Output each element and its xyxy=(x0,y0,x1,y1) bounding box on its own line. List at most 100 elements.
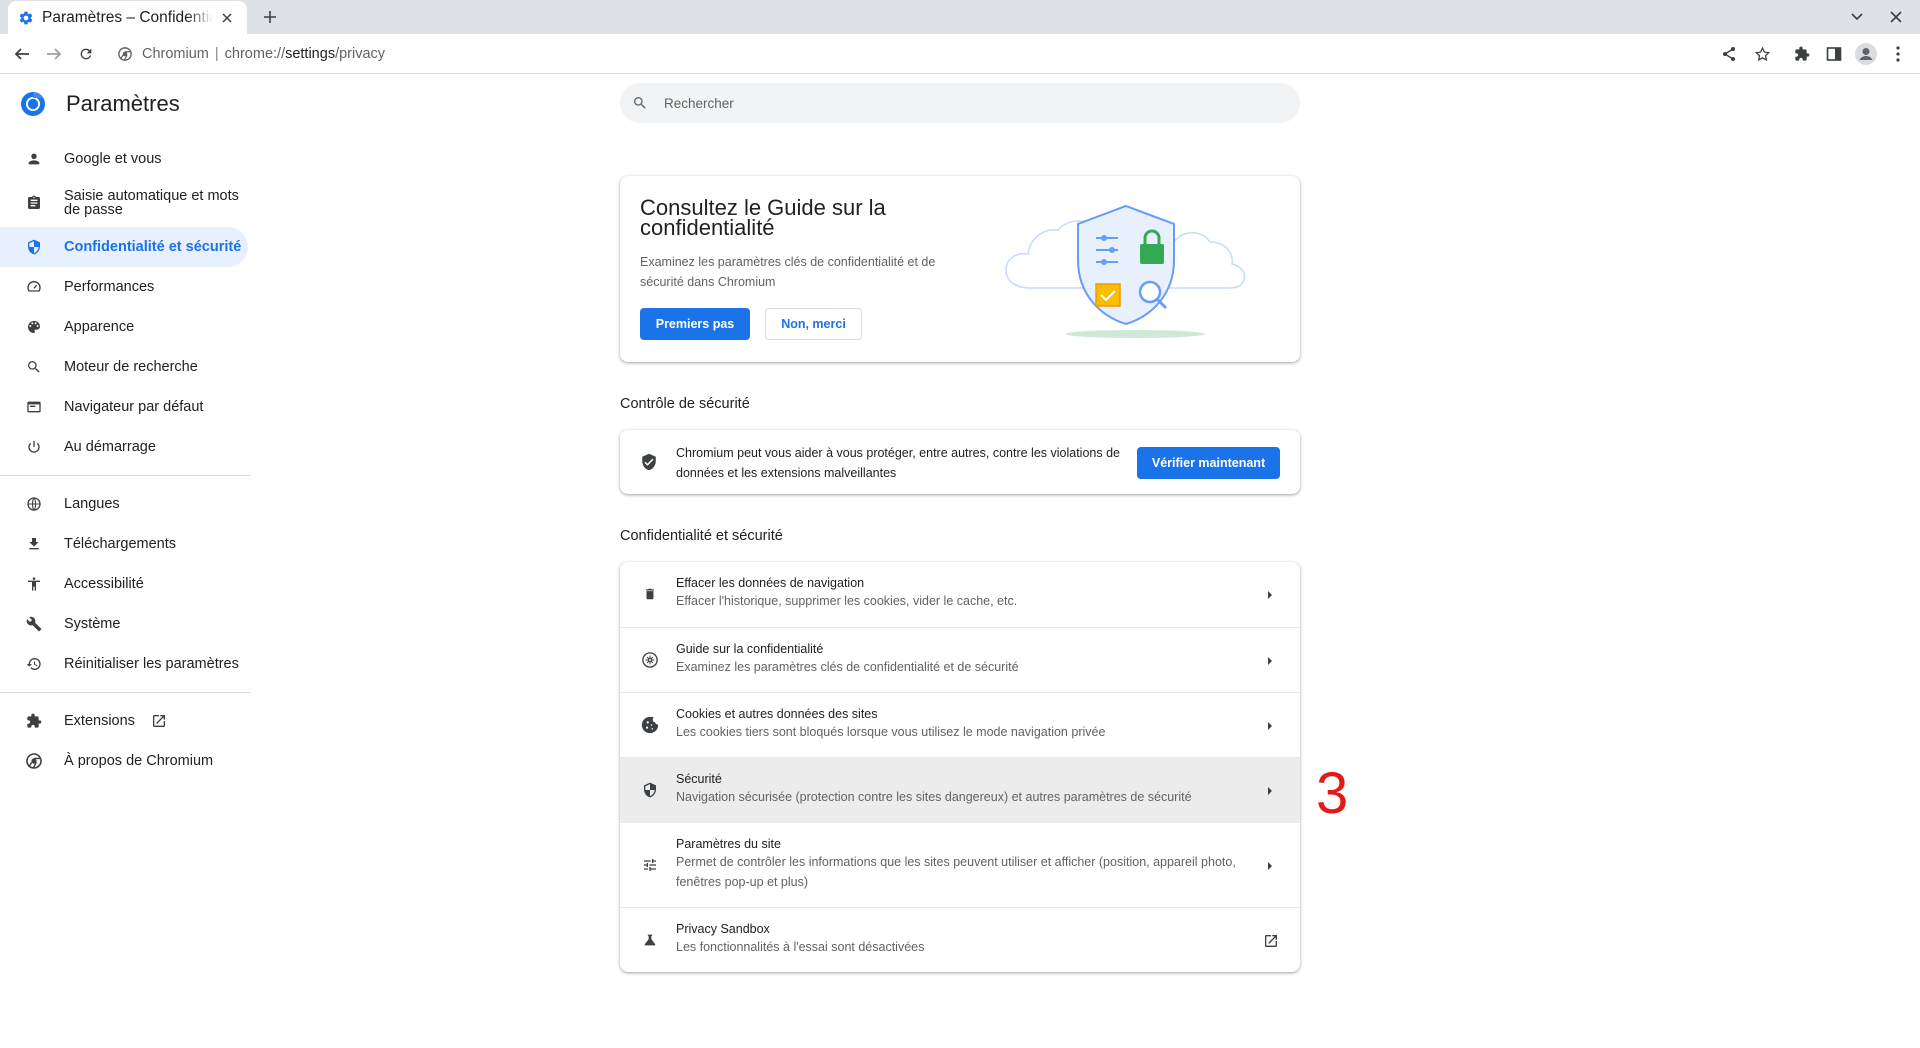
nav-item-langues[interactable]: Langues xyxy=(0,484,248,524)
forward-arrow-icon[interactable] xyxy=(42,42,66,66)
omnibox-path-rest: /privacy xyxy=(335,46,386,62)
tab-settings[interactable]: Paramètres – Confidentialité et sécurité xyxy=(8,1,247,34)
omnibox-host: Chromium xyxy=(142,46,209,62)
arrow-right-icon xyxy=(1264,720,1276,732)
settings-header: Paramètres xyxy=(20,90,180,118)
arrow-right-icon xyxy=(1264,785,1276,797)
side-panel-icon[interactable] xyxy=(1822,42,1846,66)
nav-item-label: Langues xyxy=(64,496,120,512)
privacy-guide-card: Consultez le Guide sur la confidentialit… xyxy=(620,176,1300,362)
safety-check-card: Chromium peut vous aider à vous protéger… xyxy=(620,430,1300,494)
nav-item-accessibilite[interactable]: Accessibilité xyxy=(0,564,248,604)
browser-icon xyxy=(24,397,44,417)
nav-item-apparence[interactable]: Apparence xyxy=(0,307,248,347)
power-icon xyxy=(24,437,44,457)
external-link-icon xyxy=(151,713,167,729)
sliders-icon xyxy=(640,855,660,875)
nav-item-google-et-vous[interactable]: Google et vous xyxy=(0,139,248,179)
wrench-icon xyxy=(24,614,44,634)
row-subtitle: Les cookies tiers sont bloqués lorsque v… xyxy=(676,725,1106,739)
row-title: Paramètres du site xyxy=(676,837,781,851)
nav-item-label: Système xyxy=(64,616,121,632)
download-icon xyxy=(24,534,44,554)
palette-icon xyxy=(24,317,44,337)
privacy-settings-card: Effacer les données de navigation Efface… xyxy=(620,562,1300,972)
nav-divider xyxy=(0,475,250,476)
trash-icon xyxy=(640,584,660,604)
nav-divider xyxy=(0,692,250,693)
row-subtitle: Permet de contrôler les informations que… xyxy=(676,855,1236,889)
tab-search-chevron-icon[interactable] xyxy=(1845,5,1869,29)
nav-item-confidentialite[interactable]: Confidentialité et sécurité xyxy=(0,227,248,267)
tab-strip: Paramètres – Confidentialité et sécurité xyxy=(0,0,1920,34)
privacy-section-title: Confidentialité et sécurité xyxy=(620,528,783,544)
row-subtitle: Navigation sécurisée (protection contre … xyxy=(676,790,1192,804)
row-cookies[interactable]: Cookies et autres données des sites Les … xyxy=(620,692,1300,757)
nav-item-label: Confidentialité et sécurité xyxy=(64,239,242,255)
browser-menu-kebab-icon[interactable] xyxy=(1886,42,1910,66)
share-icon[interactable] xyxy=(1717,42,1741,66)
chromium-logo-icon xyxy=(20,91,46,117)
shield-icon xyxy=(24,237,44,257)
address-bar[interactable]: Chromium | chrome:// settings /privacy xyxy=(110,39,1760,69)
row-title: Cookies et autres données des sites xyxy=(676,707,878,721)
arrow-right-icon xyxy=(1264,860,1276,872)
nav-item-demarrage[interactable]: Au démarrage xyxy=(0,427,248,467)
nav-item-systeme[interactable]: Système xyxy=(0,604,248,644)
nav-item-navigateur-defaut[interactable]: Navigateur par défaut xyxy=(0,387,248,427)
row-security[interactable]: Sécurité Navigation sécurisée (protectio… xyxy=(620,757,1300,822)
settings-title: Paramètres xyxy=(66,91,180,116)
nav-item-extensions[interactable]: Extensions xyxy=(0,701,248,741)
nav-item-label: Téléchargements xyxy=(64,536,177,552)
nav-item-reinitialiser[interactable]: Réinitialiser les paramètres xyxy=(0,644,248,684)
nav-item-label: Apparence xyxy=(64,319,135,335)
nav-item-autofill[interactable]: Saisie automatique et mots de passe xyxy=(0,179,248,227)
profile-avatar-icon[interactable] xyxy=(1854,42,1878,66)
check-now-button[interactable]: Vérifier maintenant xyxy=(1137,447,1280,479)
back-arrow-icon[interactable] xyxy=(10,42,34,66)
chromium-site-icon xyxy=(118,47,132,61)
row-site-settings[interactable]: Paramètres du site Permet de contrôler l… xyxy=(620,822,1300,907)
toolbar: Chromium | chrome:// settings /privacy xyxy=(0,34,1920,74)
extensions-puzzle-icon[interactable] xyxy=(1790,42,1814,66)
nav-item-performances[interactable]: Performances xyxy=(0,267,248,307)
settings-search[interactable]: Rechercher xyxy=(620,83,1300,123)
nav-item-label: Au démarrage xyxy=(64,439,156,455)
nav-item-label: Navigateur par défaut xyxy=(64,399,204,415)
search-icon xyxy=(632,95,648,111)
safety-check-section-title: Contrôle de sécurité xyxy=(620,396,750,412)
nav-item-label: Performances xyxy=(64,279,155,295)
new-tab-plus-icon[interactable] xyxy=(258,5,282,29)
get-started-button[interactable]: Premiers pas xyxy=(640,308,750,340)
external-link-icon xyxy=(1262,932,1280,950)
tab-close-icon[interactable] xyxy=(217,8,237,28)
nav-item-label: Google et vous xyxy=(64,151,162,167)
nav-item-label: Saisie automatique et mots de passe xyxy=(64,188,239,218)
person-icon xyxy=(24,149,44,169)
nav-item-telechargements[interactable]: Téléchargements xyxy=(0,524,248,564)
globe-icon xyxy=(24,494,44,514)
row-title: Privacy Sandbox xyxy=(676,922,770,936)
window-close-icon[interactable] xyxy=(1884,5,1908,29)
arrow-right-icon xyxy=(1264,655,1276,667)
no-thanks-button[interactable]: Non, merci xyxy=(765,308,862,340)
puzzle-icon xyxy=(24,711,44,731)
nav-item-label: Réinitialiser les paramètres xyxy=(64,656,239,672)
search-input[interactable]: Rechercher xyxy=(664,96,734,111)
row-privacy-guide[interactable]: Guide sur la confidentialité Examinez le… xyxy=(620,627,1300,692)
nav-item-moteur-recherche[interactable]: Moteur de recherche xyxy=(0,347,248,387)
nav-item-a-propos[interactable]: À propos de Chromium xyxy=(0,741,248,781)
search-icon xyxy=(24,357,44,377)
security-shield-icon xyxy=(640,780,660,800)
row-subtitle: Les fonctionnalités à l'essai sont désac… xyxy=(676,940,925,954)
privacy-guide-illustration xyxy=(1000,196,1270,340)
reload-icon[interactable] xyxy=(74,42,98,66)
bookmark-star-icon[interactable] xyxy=(1750,42,1774,66)
row-clear-browsing-data[interactable]: Effacer les données de navigation Efface… xyxy=(620,562,1300,627)
tab-title: Paramètres – Confidentialité et sécurité xyxy=(42,8,213,26)
row-title: Effacer les données de navigation xyxy=(676,576,865,590)
chromium-icon xyxy=(24,751,44,771)
settings-nav: Google et vous Saisie automatique et mot… xyxy=(0,139,252,781)
flask-icon xyxy=(640,930,660,950)
row-privacy-sandbox[interactable]: Privacy Sandbox Les fonctionnalités à l'… xyxy=(620,907,1300,972)
